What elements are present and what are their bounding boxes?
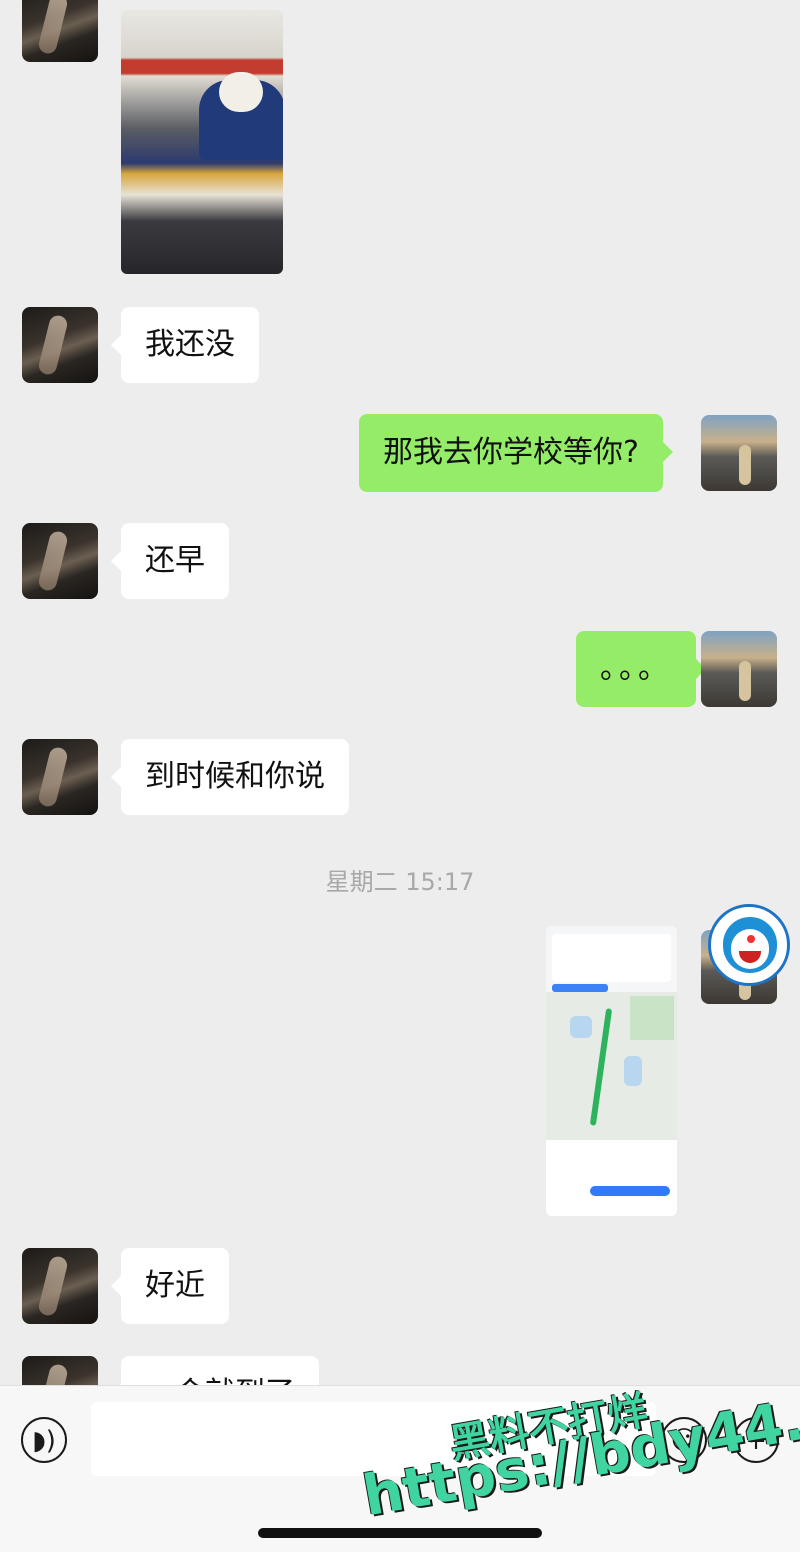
map-route-panel [546, 1140, 677, 1216]
home-indicator [258, 1528, 542, 1538]
message-bubble-received[interactable]: 还早 [111, 523, 229, 599]
chat-history[interactable]: 我还没 那我去你学校等你? 还早 。。。 到时候和你说 星期二 15:17 好近… [0, 0, 800, 1385]
map-park [630, 996, 674, 1040]
message-timestamp: 星期二 15:17 [325, 868, 475, 896]
voice-icon[interactable]: ◗) [21, 1417, 67, 1463]
map-tabs [552, 984, 608, 992]
map-header [552, 934, 671, 982]
message-bubble-received[interactable]: 一会就到了 [111, 1356, 319, 1385]
contact-avatar[interactable] [22, 1356, 98, 1385]
my-avatar[interactable] [701, 631, 777, 707]
doraemon-nose [747, 935, 755, 943]
message-bubble-sent[interactable]: 那我去你学校等你? [359, 414, 673, 492]
map-screenshot[interactable] [546, 926, 677, 1216]
map-lake [624, 1056, 642, 1086]
contact-avatar[interactable] [22, 523, 98, 599]
message-bubble-received[interactable]: 好近 [111, 1248, 229, 1324]
contact-avatar[interactable] [22, 1248, 98, 1324]
map-lake [570, 1016, 592, 1038]
doraemon-sticker-icon [708, 904, 790, 986]
photo-hood [219, 72, 263, 112]
classroom-photo[interactable] [121, 10, 283, 274]
message-bubble-received[interactable]: 到时候和你说 [111, 739, 349, 815]
contact-avatar[interactable] [22, 0, 98, 62]
map-navigate-button [590, 1186, 670, 1196]
contact-avatar[interactable] [22, 739, 98, 815]
contact-avatar[interactable] [22, 307, 98, 383]
message-bubble-received[interactable]: 我还没 [111, 307, 259, 383]
message-bubble-sent[interactable]: 。。。 [576, 631, 706, 707]
my-avatar[interactable] [701, 415, 777, 491]
